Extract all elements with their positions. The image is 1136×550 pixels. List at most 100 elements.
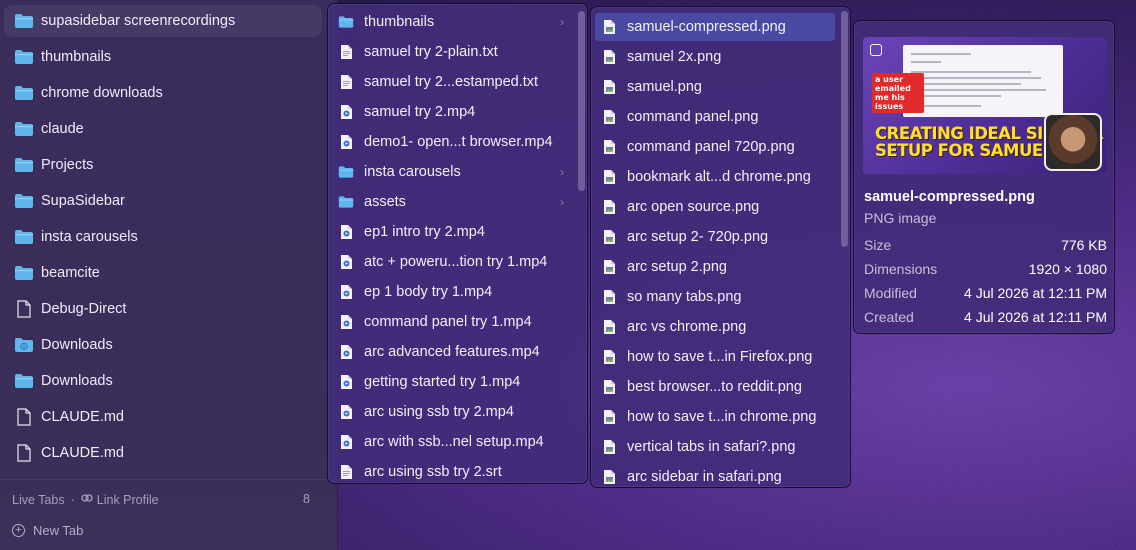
sidebar-item[interactable]: chrome downloads: [4, 77, 322, 109]
file-row[interactable]: getting started try 1.mp4: [332, 368, 572, 396]
video-file-icon: [338, 433, 354, 451]
file-row[interactable]: arc open source.png: [595, 193, 835, 221]
separator-dot: ·: [70, 492, 75, 507]
live-tabs-label[interactable]: Live Tabs: [12, 493, 65, 507]
sidebar-item[interactable]: beamcite: [4, 257, 322, 289]
file-row[interactable]: assets ›: [332, 188, 572, 216]
file-row[interactable]: demo1- open...t browser.mp4: [332, 128, 572, 156]
file-row[interactable]: so many tabs.png: [595, 283, 835, 311]
metadata-key: Size: [864, 237, 892, 253]
sidebar-item[interactable]: thumbnails: [4, 41, 322, 73]
file-row[interactable]: atc + poweru...tion try 1.mp4: [332, 248, 572, 276]
sidebar-item[interactable]: Downloads: [4, 365, 322, 397]
image-file-icon: [601, 468, 617, 486]
image-file-icon: [601, 228, 617, 246]
metadata-row: Modified 4 Jul 2026 at 12:11 PM: [864, 285, 1107, 303]
sidebar-item-label: supasidebar screenrecordings: [41, 13, 236, 29]
file-name: best browser...to reddit.png: [627, 379, 802, 395]
image-file-icon: [601, 48, 617, 66]
file-name: samuel.png: [627, 79, 702, 95]
text-file-icon: [338, 73, 354, 91]
file-name: how to save t...in Firefox.png: [627, 349, 813, 365]
file-row[interactable]: bookmark alt...d chrome.png: [595, 163, 835, 191]
column-1-scrollbar[interactable]: [578, 11, 585, 191]
file-name: insta carousels: [364, 164, 461, 180]
file-row[interactable]: vertical tabs in safari?.png: [595, 433, 835, 461]
image-file-icon: [601, 348, 617, 366]
image-file-icon: [601, 168, 617, 186]
new-tab-button[interactable]: + New Tab: [12, 523, 83, 538]
file-name: how to save t...in chrome.png: [627, 409, 817, 425]
sidebar-item[interactable]: Debug-Direct: [4, 293, 322, 325]
sidebar-item-label: chrome downloads: [41, 85, 163, 101]
file-row[interactable]: samuel.png: [595, 73, 835, 101]
file-row[interactable]: ep1 intro try 2.mp4: [332, 218, 572, 246]
file-row[interactable]: arc vs chrome.png: [595, 313, 835, 341]
folder-column-2[interactable]: samuel-compressed.png samuel 2x.png samuel…: [590, 6, 851, 488]
file-row[interactable]: samuel try 2...estamped.txt: [332, 68, 572, 96]
file-row[interactable]: insta carousels ›: [332, 158, 572, 186]
file-name: samuel try 2...estamped.txt: [364, 74, 539, 90]
file-row[interactable]: thumbnails ›: [332, 8, 572, 36]
folder-icon: [14, 372, 34, 390]
file-row[interactable]: arc sidebar in safari.png: [595, 463, 835, 487]
file-name: arc setup 2- 720p.png: [627, 229, 769, 245]
folder-icon: [338, 163, 354, 181]
file-row[interactable]: arc using ssb try 2.srt: [332, 458, 572, 483]
file-row[interactable]: command panel.png: [595, 103, 835, 131]
file-row[interactable]: arc setup 2- 720p.png: [595, 223, 835, 251]
sidebar-item-label: thumbnails: [41, 49, 112, 65]
sidebar-item-label: SupaSidebar: [41, 193, 125, 209]
sidebar-item[interactable]: Projects: [4, 149, 322, 181]
file-row[interactable]: best browser...to reddit.png: [595, 373, 835, 401]
file-row[interactable]: arc advanced features.mp4: [332, 338, 572, 366]
folder-column-1[interactable]: thumbnails › samuel try 2-plain.txt samuel …: [327, 3, 588, 484]
file-row[interactable]: how to save t...in chrome.png: [595, 403, 835, 431]
file-row[interactable]: command panel try 1.mp4: [332, 308, 572, 336]
sidebar-item-label: insta carousels: [41, 229, 138, 245]
file-row[interactable]: samuel try 2.mp4: [332, 98, 572, 126]
link-profile-icon: [81, 492, 93, 507]
file-name: samuel try 2-plain.txt: [364, 44, 498, 60]
file-row[interactable]: arc using ssb try 2.mp4: [332, 398, 572, 426]
file-row[interactable]: samuel 2x.png: [595, 43, 835, 71]
sidebar-item[interactable]: SupaSidebar: [4, 185, 322, 217]
file-row[interactable]: samuel try 2-plain.txt: [332, 38, 572, 66]
file-row[interactable]: command panel 720p.png: [595, 133, 835, 161]
sidebar-item[interactable]: claude: [4, 113, 322, 145]
file-name: ep1 intro try 2.mp4: [364, 224, 485, 240]
folder-icon: [14, 84, 34, 102]
chevron-right-icon: ›: [560, 15, 564, 29]
file-row[interactable]: ep 1 body try 1.mp4: [332, 278, 572, 306]
folder-icon: [14, 228, 34, 246]
image-file-icon: [601, 108, 617, 126]
file-name: arc vs chrome.png: [627, 319, 747, 335]
folder-icon: [14, 264, 34, 282]
metadata-value: 1920 × 1080: [1028, 261, 1107, 277]
image-file-icon: [601, 138, 617, 156]
file-row[interactable]: arc setup 2.png: [595, 253, 835, 281]
file-name: arc with ssb...nel setup.mp4: [364, 434, 544, 450]
sidebar-item[interactable]: CLAUDE.md: [4, 437, 322, 469]
file-row[interactable]: how to save t...in Firefox.png: [595, 343, 835, 371]
sidebar-item-label: CLAUDE.md: [41, 445, 124, 461]
live-tabs-bar[interactable]: Live Tabs · Link Profile: [12, 492, 159, 507]
file-row[interactable]: arc with ssb...nel setup.mp4: [332, 428, 572, 456]
sidebar-item[interactable]: supasidebar screenrecordings: [4, 5, 322, 37]
video-file-icon: [338, 283, 354, 301]
file-row[interactable]: samuel-compressed.png: [595, 13, 835, 41]
link-profile-label[interactable]: Link Profile: [97, 493, 159, 507]
preview-file-kind: PNG image: [864, 210, 937, 226]
column-2-scrollbar[interactable]: [841, 11, 848, 247]
file-name: ep 1 body try 1.mp4: [364, 284, 493, 300]
file-name: vertical tabs in safari?.png: [627, 439, 796, 455]
plus-icon: +: [12, 524, 25, 537]
sidebar: supasidebar screenrecordings thumbnails ch…: [0, 0, 338, 550]
file-name: command panel try 1.mp4: [364, 314, 532, 330]
sidebar-item[interactable]: Downloads: [4, 329, 322, 361]
sidebar-item[interactable]: CLAUDE.md: [4, 401, 322, 433]
sidebar-item[interactable]: insta carousels: [4, 221, 322, 253]
folder-icon: [338, 193, 354, 211]
preview-thumbnail: a user emailed me his issues CREATING ID…: [863, 37, 1107, 174]
text-file-icon: [338, 43, 354, 61]
